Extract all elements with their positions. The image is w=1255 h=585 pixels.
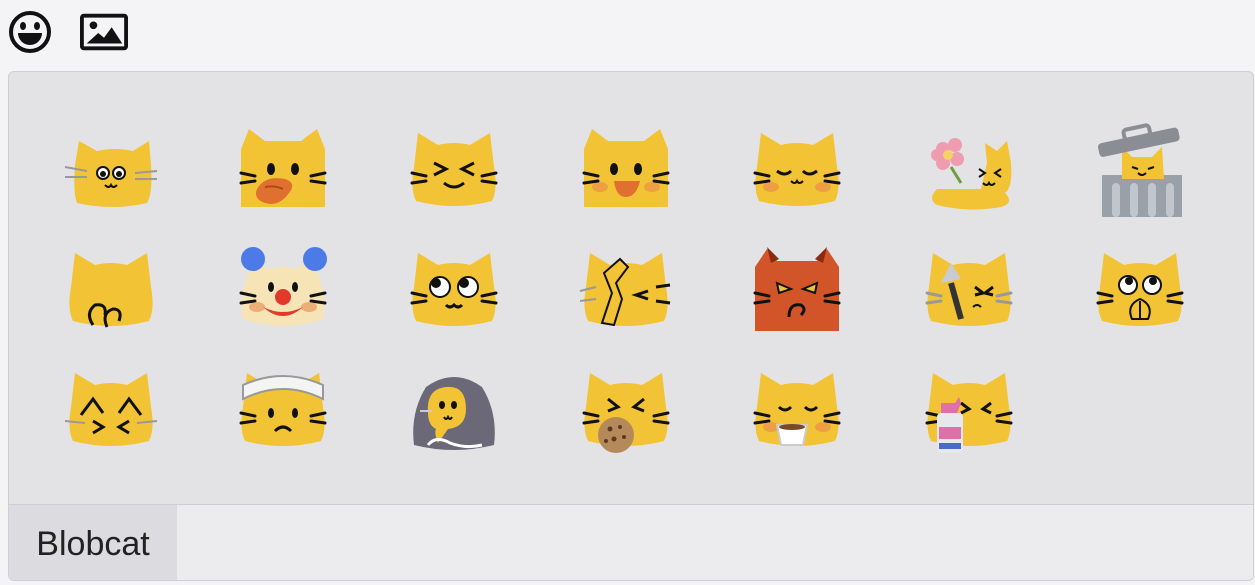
emoji-blobcat-flower[interactable] bbox=[921, 123, 1017, 219]
smiley-face-icon bbox=[9, 11, 51, 53]
emoji-blobcat-grin-blush[interactable] bbox=[578, 123, 674, 219]
emoji-blobcat-spray-cleaner[interactable] bbox=[921, 363, 1017, 459]
blobcat-content-icon bbox=[753, 133, 841, 206]
blobcat-tongue-blush-icon bbox=[239, 129, 327, 207]
emoji-blobcat-knife[interactable] bbox=[921, 243, 1017, 339]
emoji-blobcat-facepalm[interactable] bbox=[578, 243, 674, 339]
emoji-blobcat-clown[interactable] bbox=[235, 243, 331, 339]
emoji-grid bbox=[9, 72, 1253, 504]
emoji-picker-panel: Blobcat bbox=[8, 71, 1254, 581]
blobcat-clown-icon bbox=[239, 247, 327, 326]
blobcat-coffee-icon bbox=[753, 373, 841, 446]
emoji-blobcat-coffee[interactable] bbox=[749, 363, 845, 459]
blobcat-knife-icon bbox=[925, 253, 1013, 326]
blobcat-hooded-icon bbox=[413, 377, 495, 450]
editor-toolbar bbox=[0, 0, 1255, 66]
emoji-blobcat-devil[interactable] bbox=[749, 243, 845, 339]
blobcat-bandage-icon bbox=[239, 373, 327, 446]
emoji-blobcat-trash-can[interactable] bbox=[1092, 123, 1188, 219]
blobcat-devil-icon bbox=[753, 247, 841, 331]
emoji-blobcat-hooded[interactable] bbox=[406, 363, 502, 459]
blobcat-cover-eyes-icon bbox=[64, 373, 158, 446]
image-icon bbox=[80, 13, 128, 51]
blobcat-googly-eyes-icon bbox=[410, 253, 498, 326]
emoji-picker-button[interactable] bbox=[6, 8, 54, 56]
emoji-blobcat-googly-eyes[interactable] bbox=[406, 243, 502, 339]
emoji-blobcat-content[interactable] bbox=[749, 123, 845, 219]
blobcat-facepalm-icon bbox=[579, 253, 671, 327]
blobcat-pleading-pray-icon bbox=[1096, 253, 1184, 326]
emoji-blobcat-peek-whiskers[interactable] bbox=[63, 123, 159, 219]
blobcat-cookie-icon bbox=[582, 373, 670, 453]
blobcat-grin-blush-icon bbox=[582, 129, 670, 207]
blobcat-spray-cleaner-icon bbox=[925, 373, 1013, 453]
emoji-blobcat-bandage[interactable] bbox=[235, 363, 331, 459]
blobcat-flower-icon bbox=[931, 138, 1012, 210]
emoji-blobcat-pleading-pray[interactable] bbox=[1092, 243, 1188, 339]
blobcat-peek-whiskers-icon bbox=[64, 141, 158, 207]
emoji-blobcat-tongue-blush[interactable] bbox=[235, 123, 331, 219]
category-bar: Blobcat bbox=[9, 504, 1253, 580]
emoji-blobcat-cover-eyes[interactable] bbox=[63, 363, 159, 459]
blobcat-back-icon bbox=[69, 253, 153, 328]
emoji-blobcat-happy-squint[interactable] bbox=[406, 123, 502, 219]
image-upload-button[interactable] bbox=[80, 8, 128, 56]
category-tab-blobcat[interactable]: Blobcat bbox=[9, 505, 177, 580]
emoji-blobcat-cookie[interactable] bbox=[578, 363, 674, 459]
blobcat-happy-squint-icon bbox=[410, 133, 498, 206]
blobcat-trash-can-icon bbox=[1097, 123, 1182, 217]
emoji-blobcat-back[interactable] bbox=[63, 243, 159, 339]
